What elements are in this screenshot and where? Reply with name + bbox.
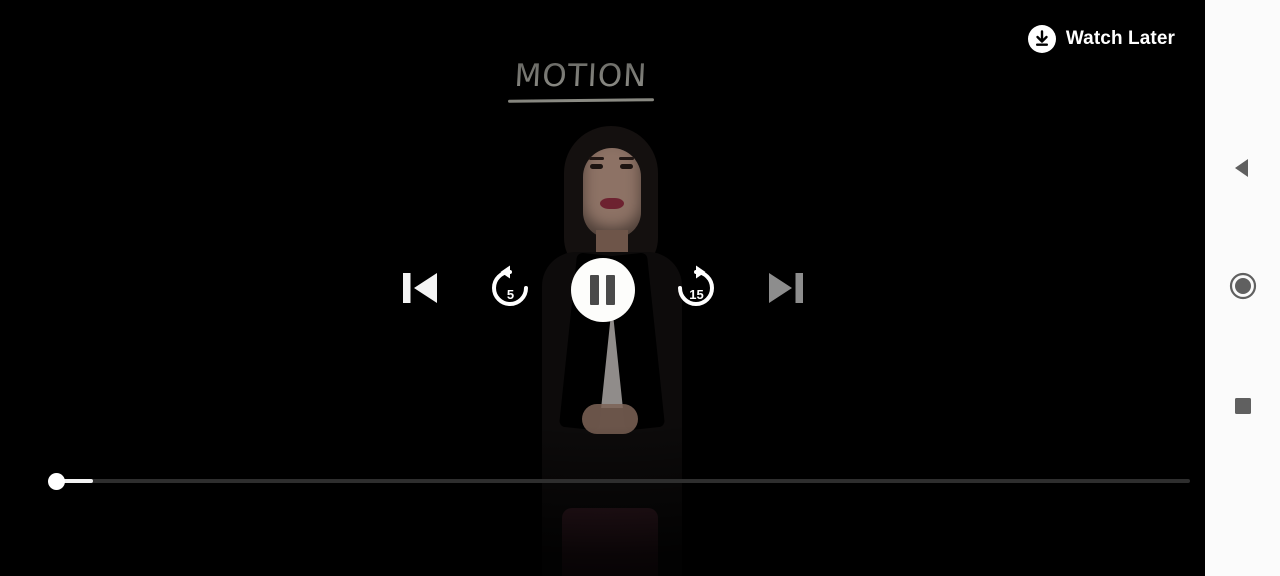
forward-seconds-label: 15	[689, 287, 704, 302]
nav-recents-button[interactable]	[1205, 388, 1280, 428]
home-circle-icon	[1229, 272, 1257, 305]
recents-square-icon	[1231, 394, 1255, 423]
bottom-control-bar: Lekhak ಲೇಖಕ cc	[0, 496, 1205, 576]
rewind-seconds-label: 5	[506, 287, 515, 302]
transport-controls: 5 15	[0, 252, 1205, 328]
pause-icon	[590, 275, 599, 305]
download-circle-icon	[1027, 24, 1057, 54]
nav-back-button[interactable]	[1205, 150, 1280, 190]
skip-previous-icon	[395, 262, 447, 319]
forward-15-button[interactable]: 15	[671, 265, 721, 315]
watch-later-button[interactable]: Watch Later	[1027, 24, 1175, 54]
video-player-surface[interactable]: MOTION Watch Later	[0, 0, 1205, 576]
watch-later-label: Watch Later	[1065, 28, 1175, 49]
next-track-button[interactable]	[757, 262, 813, 318]
play-pause-button[interactable]	[570, 258, 635, 322]
player-screen: MOTION Watch Later	[0, 0, 1280, 576]
previous-track-button[interactable]	[393, 262, 449, 318]
back-triangle-icon	[1230, 155, 1256, 186]
progress-bar[interactable]	[0, 470, 1205, 492]
nav-home-button[interactable]	[1205, 268, 1280, 308]
rewind-5-button[interactable]: 5	[485, 265, 535, 315]
progress-thumb[interactable]	[48, 473, 65, 490]
skip-next-icon	[759, 262, 811, 319]
pause-icon-bar-2	[606, 275, 615, 305]
progress-track[interactable]	[57, 479, 1190, 483]
android-navigation-bar	[1205, 0, 1280, 576]
